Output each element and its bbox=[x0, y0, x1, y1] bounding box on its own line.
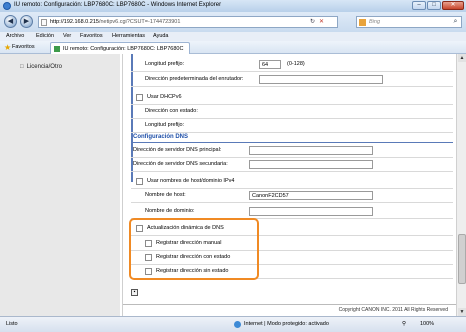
domain-name-label: Nombre de dominio: bbox=[145, 208, 195, 214]
dns-secondary-label: Dirección de servidor DNS secundaria: bbox=[133, 161, 228, 167]
scroll-up-icon[interactable]: ▲ bbox=[458, 54, 466, 62]
menu-bar: Archivo Edición Ver Favoritos Herramient… bbox=[0, 32, 466, 41]
dns-primary-label: Dirección de servidor DNS principal: bbox=[133, 147, 222, 153]
window-title: IU remoto: Configuración: LBP7680C: LBP7… bbox=[14, 2, 222, 8]
title-bar: IU remoto: Configuración: LBP7680C: LBP7… bbox=[0, 0, 466, 12]
host-name-row: Nombre de host: CanonF2CD57 bbox=[131, 189, 453, 203]
menu-ayuda[interactable]: Ayuda bbox=[153, 33, 169, 39]
vertical-scrollbar[interactable]: ▲ ▼ bbox=[456, 54, 466, 316]
bing-icon bbox=[359, 19, 366, 26]
stop-icon[interactable]: ✕ bbox=[319, 16, 324, 28]
back-button[interactable]: ◀ bbox=[4, 15, 17, 28]
stateful-address-label: Dirección con estado: bbox=[145, 108, 198, 114]
dhcpv6-row: Usar DHCPv6 bbox=[131, 91, 453, 105]
prefix-length-input[interactable]: 64 bbox=[259, 60, 281, 69]
tab-favicon-icon bbox=[54, 46, 60, 52]
host-name-input[interactable]: CanonF2CD57 bbox=[249, 191, 373, 200]
scroll-thumb[interactable] bbox=[458, 234, 466, 284]
highlight-frame bbox=[129, 218, 259, 280]
zoom-level[interactable]: 100% bbox=[420, 321, 434, 327]
dhcpv6-checkbox[interactable] bbox=[136, 94, 143, 101]
sidebar-item-licencia[interactable]: □ Licencia/Otro bbox=[20, 64, 62, 70]
scroll-down-icon[interactable]: ▼ bbox=[458, 308, 466, 316]
forward-button[interactable]: ▶ bbox=[20, 15, 33, 28]
router-label: Dirección predeterminada del enrutador: bbox=[145, 76, 244, 82]
maximize-button[interactable]: □ bbox=[427, 1, 441, 10]
page-top-icon[interactable]: ▪ bbox=[131, 289, 138, 296]
address-bar[interactable]: http://192.168.0.215/netipv6.cgi?CSUT=-1… bbox=[38, 16, 338, 28]
sidebar: □ Licencia/Otro bbox=[0, 54, 120, 316]
globe-icon bbox=[234, 321, 241, 328]
dns-secondary-row: Dirección de servidor DNS secundaria: bbox=[131, 158, 453, 172]
browser-tab[interactable]: IU remoto: Configuración: LBP7680C: LBP7… bbox=[50, 42, 190, 54]
menu-ver[interactable]: Ver bbox=[63, 33, 71, 39]
prefix-length-hint: (0-128) bbox=[287, 61, 305, 67]
use-host-row: Usar nombres de host/dominio IPv4 bbox=[131, 175, 453, 189]
host-name-label: Nombre de host: bbox=[145, 192, 186, 198]
favorites-bar: ★ Favoritos IU remoto: Configuración: LB… bbox=[0, 41, 466, 54]
menu-herramientas[interactable]: Herramientas bbox=[112, 33, 145, 39]
prefix-length-2-row: Longitud prefijo: bbox=[131, 119, 453, 133]
navigation-bar: ◀ ▶ http://192.168.0.215/netipv6.cgi?CSU… bbox=[0, 12, 466, 32]
bullet-icon: □ bbox=[20, 64, 24, 70]
prefix-length-row: Longitud prefijo: 64 (0-128) bbox=[131, 58, 453, 72]
close-button[interactable]: ✕ bbox=[442, 1, 464, 10]
domain-name-input[interactable] bbox=[249, 207, 373, 216]
use-host-checkbox[interactable] bbox=[136, 178, 143, 185]
ie-icon bbox=[3, 2, 11, 10]
address-host: http://192.168.0.215 bbox=[50, 19, 99, 25]
menu-archivo[interactable]: Archivo bbox=[6, 33, 24, 39]
dhcpv6-label: Usar DHCPv6 bbox=[147, 94, 182, 100]
search-input[interactable]: Bing ⌕ bbox=[356, 16, 462, 28]
favorites-label: Favoritos bbox=[12, 44, 35, 50]
search-placeholder: Bing bbox=[369, 19, 381, 25]
status-bar: Listo Internet | Modo protegido: activad… bbox=[0, 316, 466, 332]
refresh-icon[interactable]: ↻ bbox=[310, 16, 315, 28]
minimize-button[interactable]: – bbox=[412, 1, 426, 10]
address-path: /netipv6.cgi?CSUT=-1744723901 bbox=[98, 19, 181, 25]
dns-primary-input[interactable] bbox=[249, 146, 373, 155]
prefix-length-2-label: Longitud prefijo: bbox=[145, 122, 185, 128]
copyright-text: Copyright CANON INC. 2011 All Rights Res… bbox=[338, 307, 448, 313]
dns-secondary-input[interactable] bbox=[249, 160, 373, 169]
star-icon: ★ bbox=[4, 43, 12, 52]
favorites-button[interactable]: ★ Favoritos bbox=[2, 43, 38, 52]
zone-text: Internet | Modo protegido: activado bbox=[244, 321, 329, 327]
menu-edicion[interactable]: Edición bbox=[36, 33, 54, 39]
domain-name-row: Nombre de dominio: bbox=[131, 205, 453, 219]
router-row: Dirección predeterminada del enrutador: bbox=[131, 73, 453, 87]
dns-section-header: Configuración DNS bbox=[131, 132, 453, 143]
dns-section-title: Configuración DNS bbox=[133, 134, 188, 140]
prefix-length-label: Longitud prefijo: bbox=[145, 61, 185, 67]
stateful-address-row: Dirección con estado: bbox=[131, 105, 453, 119]
router-input[interactable] bbox=[259, 75, 383, 84]
zoom-icon[interactable]: ⚲ bbox=[402, 321, 406, 327]
menu-favoritos[interactable]: Favoritos bbox=[80, 33, 103, 39]
search-icon[interactable]: ⌕ bbox=[451, 18, 460, 26]
dns-primary-row: Dirección de servidor DNS principal: bbox=[131, 144, 453, 158]
tab-title: IU remoto: Configuración: LBP7680C: LBP7… bbox=[63, 46, 184, 52]
page-icon bbox=[41, 19, 47, 26]
status-text: Listo bbox=[6, 321, 18, 327]
sidebar-item-label: Licencia/Otro bbox=[26, 64, 62, 70]
use-host-label: Usar nombres de host/dominio IPv4 bbox=[147, 178, 235, 184]
